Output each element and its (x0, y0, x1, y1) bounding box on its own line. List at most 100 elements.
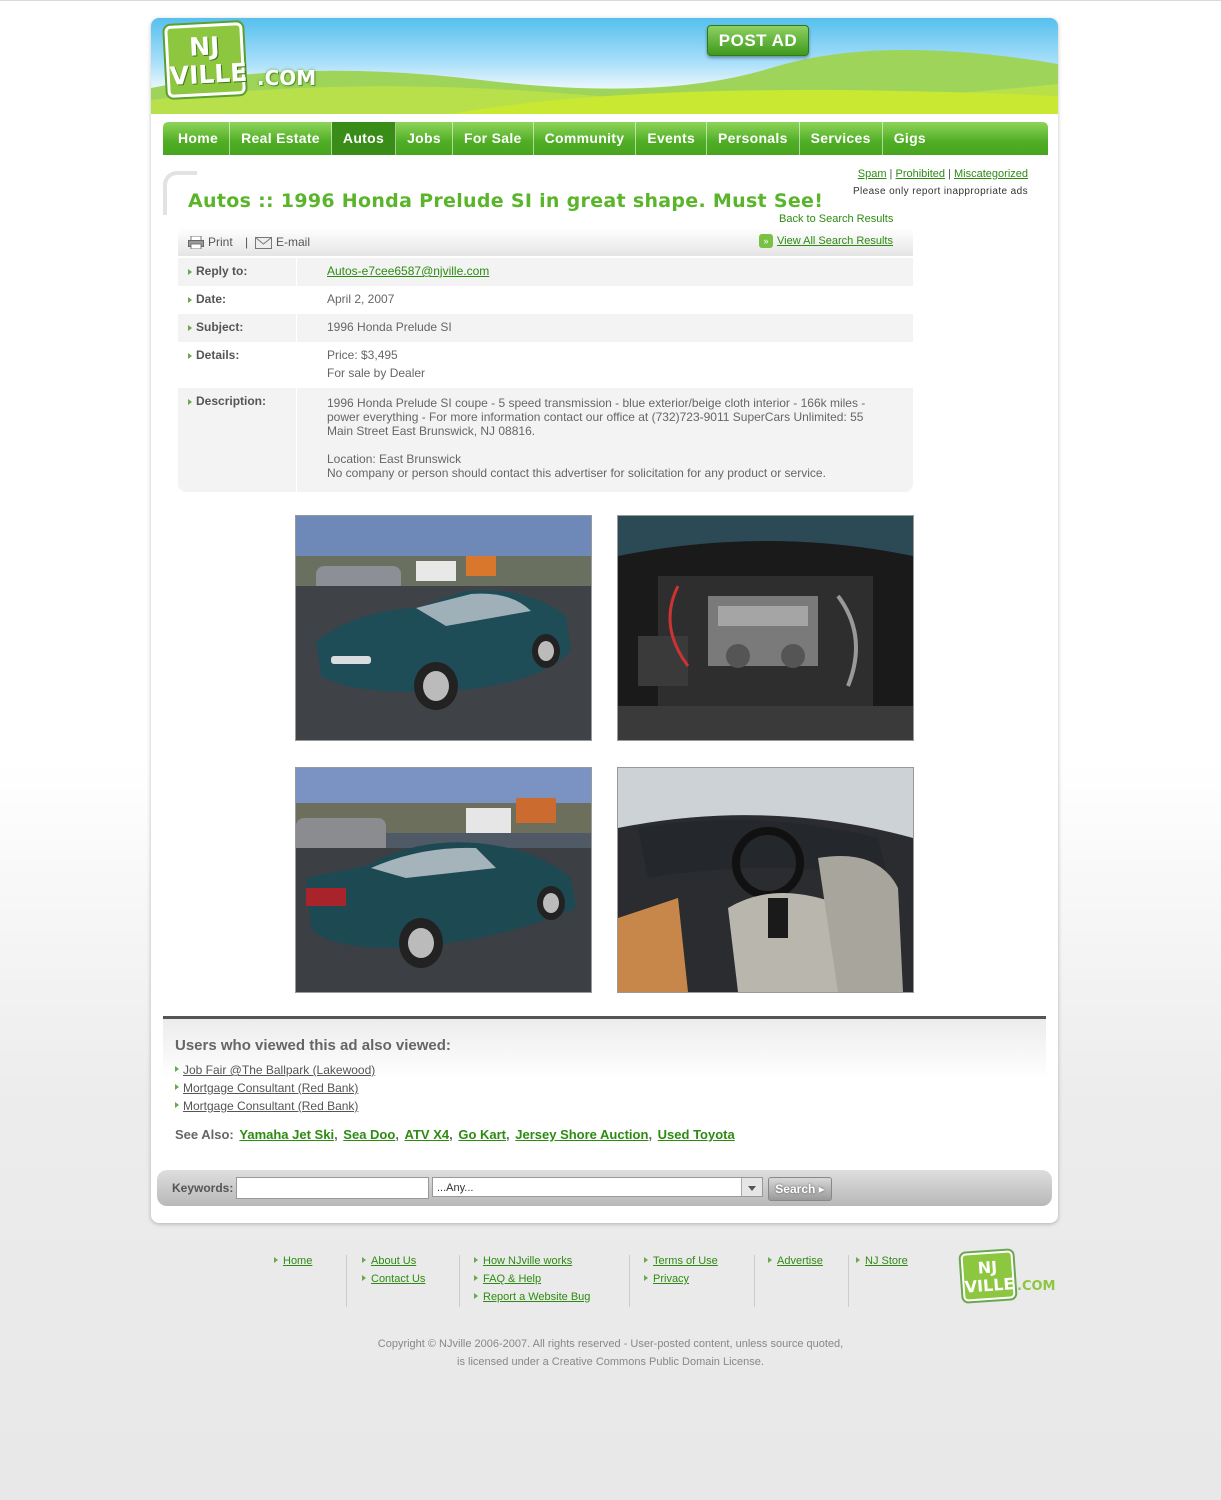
footer-how-link[interactable]: How NJville works (483, 1255, 572, 1267)
footer-privacy-link[interactable]: Privacy (653, 1273, 689, 1285)
top-border (0, 0, 1221, 1)
main-card: NJ VILLE .COM POST AD Home Real Estate A… (151, 18, 1058, 1223)
details-row: Details: Price: $3,495 For sale by Deale… (178, 342, 913, 388)
see-also: See Also: Yamaha Jet Ski, Sea Doo, ATV X… (175, 1127, 735, 1142)
nav-services[interactable]: Services (800, 122, 883, 155)
search-bar: Keywords: ...Any... Search ▸ (157, 1170, 1052, 1206)
footer-divider (346, 1255, 347, 1307)
site-logo[interactable]: NJ VILLE (164, 22, 248, 98)
category-select-value: ...Any... (437, 1182, 474, 1194)
envelope-icon (255, 236, 272, 249)
footer-store-link[interactable]: NJ Store (865, 1255, 908, 1267)
footer-about-link[interactable]: About Us (371, 1255, 416, 1267)
footer-col-1: Home (274, 1252, 312, 1270)
printer-icon (188, 235, 204, 250)
footer-terms-link[interactable]: Terms of Use (653, 1255, 718, 1267)
nav-real-estate[interactable]: Real Estate (230, 122, 332, 155)
ad-details: Reply to: Autos-e7cee6587@njville.com Da… (178, 258, 913, 492)
email-label: E-mail (276, 235, 311, 249)
nav-home[interactable]: Home (167, 122, 231, 155)
details-label: Details: (178, 342, 296, 388)
category-select[interactable]: ...Any... (432, 1177, 763, 1197)
see-also-link[interactable]: Used Toyota (658, 1127, 735, 1142)
date-row: Date: April 2, 2007 (178, 286, 913, 314)
footer-bug-link[interactable]: Report a Website Bug (483, 1291, 590, 1303)
print-button[interactable]: Print (188, 235, 233, 250)
search-button[interactable]: Search ▸ (768, 1177, 832, 1201)
keywords-label: Keywords: (172, 1181, 234, 1195)
footer-logo-com: .COM (1017, 1279, 1056, 1294)
report-note: Please only report inappropriate ads (852, 186, 1028, 197)
footer-divider (754, 1255, 755, 1307)
location-text: Location: East Brunswick (327, 452, 462, 466)
site-header: NJ VILLE .COM POST AD (151, 18, 1058, 114)
reply-email-link[interactable]: Autos-e7cee6587@njville.com (327, 264, 489, 278)
view-all-link[interactable]: View All Search Results (777, 235, 893, 247)
footer-divider (629, 1255, 630, 1307)
see-also-link[interactable]: Jersey Shore Auction (515, 1127, 648, 1142)
subject-value: 1996 Honda Prelude SI (296, 314, 913, 342)
report-miscategorized-link[interactable]: Miscategorized (954, 168, 1028, 180)
nav-personals[interactable]: Personals (707, 122, 800, 155)
footer-advertise-link[interactable]: Advertise (777, 1255, 823, 1267)
reply-label: Reply to: (178, 258, 296, 286)
footer-contact-link[interactable]: Contact Us (371, 1273, 425, 1285)
nav-events[interactable]: Events (636, 122, 708, 155)
nav-autos[interactable]: Autos (331, 122, 397, 155)
copyright-line-2: is licensed under a Creative Commons Pub… (457, 1356, 764, 1368)
keywords-input[interactable] (236, 1177, 429, 1199)
copyright-line-1: Copyright © NJville 2006-2007. All right… (377, 1338, 844, 1350)
copyright: Copyright © NJville 2006-2007. All right… (0, 1335, 1221, 1371)
post-ad-button[interactable]: POST AD (707, 25, 809, 56)
view-all-results[interactable]: » View All Search Results (759, 234, 893, 248)
engine-photo[interactable] (617, 515, 914, 741)
see-also-link[interactable]: Yamaha Jet Ski (239, 1127, 334, 1142)
nav-jobs[interactable]: Jobs (396, 122, 453, 155)
footer-col-4: Terms of Use Privacy (644, 1252, 718, 1288)
report-spam-link[interactable]: Spam (858, 168, 887, 180)
nav-gigs[interactable]: Gigs (883, 122, 937, 155)
list-item: Mortgage Consultant (Red Bank) (175, 1079, 375, 1097)
also-viewed-title: Users who viewed this ad also viewed: (175, 1037, 451, 1054)
date-label: Date: (178, 286, 296, 314)
footer-home-link[interactable]: Home (283, 1255, 312, 1267)
subject-row: Subject: 1996 Honda Prelude SI (178, 314, 913, 342)
see-also-link[interactable]: Sea Doo (343, 1127, 395, 1142)
email-button[interactable]: E-mail (255, 235, 310, 249)
footer-faq-link[interactable]: FAQ & Help (483, 1273, 541, 1285)
chevron-down-icon[interactable] (741, 1178, 762, 1196)
ad-title: Autos :: 1996 Honda Prelude SI in great … (188, 190, 824, 212)
also-viewed-link[interactable]: Job Fair @The Ballpark (Lakewood) (183, 1063, 375, 1077)
footer-col-5: Advertise (768, 1252, 823, 1270)
description-row: Description: 1996 Honda Prelude SI coupe… (178, 388, 913, 492)
see-also-link[interactable]: ATV X4 (405, 1127, 450, 1142)
nav-for-sale[interactable]: For Sale (453, 122, 534, 155)
toolbar-divider: | (245, 235, 249, 249)
list-item: Mortgage Consultant (Red Bank) (175, 1097, 375, 1115)
report-prohibited-link[interactable]: Prohibited (895, 168, 945, 180)
car-photo-front[interactable] (295, 515, 592, 741)
also-viewed-list: Job Fair @The Ballpark (Lakewood) Mortga… (175, 1061, 375, 1115)
date-value: April 2, 2007 (296, 286, 913, 314)
report-links: Spam | Prohibited | Miscategorized (857, 168, 1028, 180)
also-viewed-link[interactable]: Mortgage Consultant (Red Bank) (183, 1081, 358, 1095)
description-label: Description: (178, 388, 296, 492)
print-label: Print (208, 235, 233, 249)
interior-photo[interactable] (617, 767, 914, 993)
nav-community[interactable]: Community (534, 122, 637, 155)
seller-value: For sale by Dealer (327, 366, 426, 380)
see-also-label: See Also: (175, 1127, 234, 1142)
also-viewed-link[interactable]: Mortgage Consultant (Red Bank) (183, 1099, 358, 1113)
footer-divider (848, 1255, 849, 1307)
description-text: 1996 Honda Prelude SI coupe - 5 speed tr… (327, 396, 866, 438)
footer-col-3: How NJville works FAQ & Help Report a We… (474, 1252, 590, 1306)
footer-logo[interactable]: NJ VILLE (960, 1250, 1016, 1302)
car-photo-rear[interactable] (295, 767, 592, 993)
back-to-results-link[interactable]: Back to Search Results (779, 213, 893, 225)
footer-col-2: About Us Contact Us (362, 1252, 425, 1288)
ad-toolbar: Print | E-mail » View All Search Results (178, 228, 913, 256)
disclaimer-text: No company or person should contact this… (327, 466, 826, 480)
also-viewed-section: Users who viewed this ad also viewed: Jo… (163, 1016, 1046, 1142)
subject-label: Subject: (178, 314, 296, 342)
see-also-link[interactable]: Go Kart (458, 1127, 506, 1142)
